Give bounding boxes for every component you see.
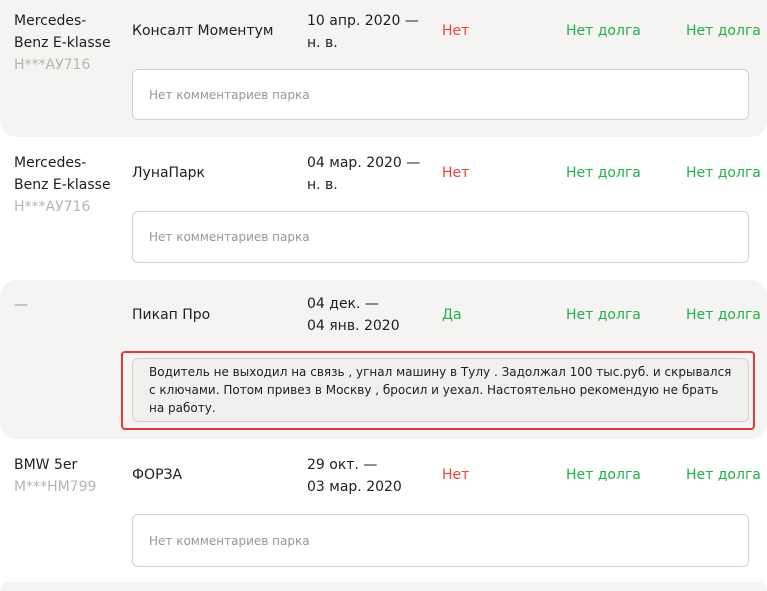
park-name: Пикап Про — [132, 307, 211, 323]
debt-status-a: Нет долга — [566, 467, 641, 483]
park-name: ФОРЗА — [132, 467, 183, 483]
debt-status-a: Нет долга — [566, 23, 641, 39]
park-comment: Нет комментариев парка — [132, 514, 749, 567]
work-period: 04 мар. 2020 — н. в. — [307, 155, 421, 193]
debt-flag: Нет — [442, 23, 470, 39]
work-period: 29 окт. — 03 мар. 2020 — [307, 457, 402, 495]
debt-flag: Нет — [442, 165, 470, 181]
next-row-edge — [0, 582, 767, 591]
car-model: Mercedes- Benz E-klasse — [14, 155, 111, 193]
debt-status-a: Нет долга — [566, 307, 641, 323]
park-comment: Нет комментариев парка — [132, 211, 749, 263]
history-row: — Пикап Про 04 дек. — 04 янв. 2020 Да Не… — [0, 280, 767, 439]
car-plate: Н***АУ716 — [14, 199, 91, 215]
work-period: 04 дек. — 04 янв. 2020 — [307, 296, 400, 334]
park-name: Консалт Моментум — [132, 23, 274, 39]
debt-status-b: Нет долга — [686, 165, 761, 181]
car-model: BMW 5er — [14, 457, 78, 473]
park-comment: Водитель не выходил на связь , угнал маш… — [132, 358, 749, 422]
debt-status-b: Нет долга — [686, 307, 761, 323]
car-info: Mercedes- Benz E-klasse Н***АУ716 — [14, 10, 124, 76]
car-model: — — [14, 297, 28, 313]
history-row: BMW 5er М***НМ799 ФОРЗА 29 окт. — 03 мар… — [0, 439, 767, 582]
debt-flag: Да — [442, 307, 462, 323]
debt-status-b: Нет долга — [686, 467, 761, 483]
car-model: Mercedes- Benz E-klasse — [14, 13, 111, 51]
history-row: Mercedes- Benz E-klasse Н***АУ716 Консал… — [0, 0, 767, 137]
debt-flag: Нет — [442, 467, 470, 483]
park-history-list: Mercedes- Benz E-klasse Н***АУ716 Консал… — [0, 0, 767, 591]
work-period: 10 апр. 2020 — н. в. — [307, 13, 419, 51]
park-name: ЛунаПарк — [132, 165, 205, 181]
car-info: Mercedes- Benz E-klasse Н***АУ716 — [14, 152, 124, 218]
park-comment: Нет комментариев парка — [132, 69, 749, 120]
car-plate: М***НМ799 — [14, 479, 97, 495]
car-info: — — [14, 294, 124, 316]
history-row: Mercedes- Benz E-klasse Н***АУ716 ЛунаПа… — [0, 137, 767, 280]
debt-status-a: Нет долга — [566, 165, 641, 181]
debt-status-b: Нет долга — [686, 23, 761, 39]
car-info: BMW 5er М***НМ799 — [14, 454, 124, 498]
car-plate: Н***АУ716 — [14, 57, 91, 73]
